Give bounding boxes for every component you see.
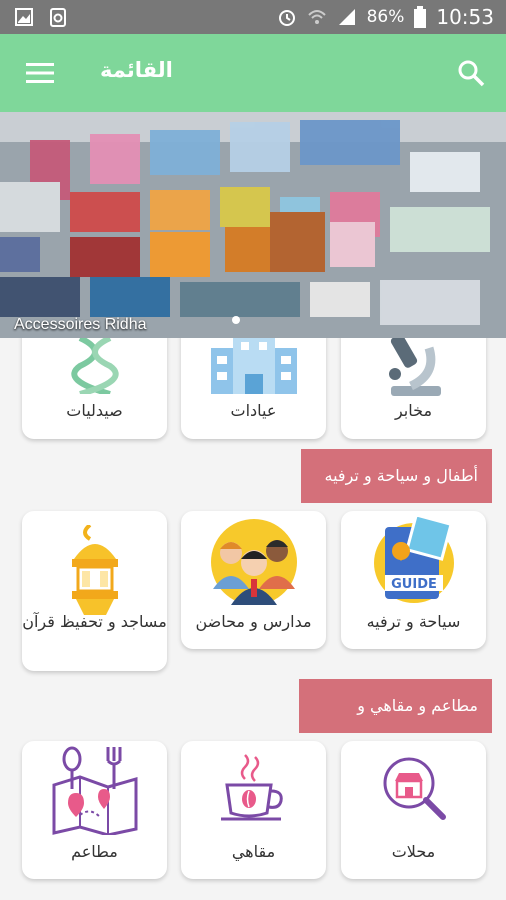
battery-percent: 86%: [366, 7, 405, 27]
image-icon: [15, 8, 33, 26]
clock: 10:53: [436, 5, 494, 29]
card-label: مساجد و تحفيظ قرآن: [22, 612, 167, 631]
dna-icon: [71, 338, 119, 394]
card-shops[interactable]: محلات: [341, 741, 486, 879]
card-schools[interactable]: مدارس و محاضن: [181, 511, 326, 649]
microscope-icon: [389, 334, 441, 396]
lantern-icon: [72, 525, 118, 615]
hamburger-icon[interactable]: [26, 62, 54, 84]
card-restaurants[interactable]: مطاعم: [22, 741, 167, 879]
guide-badge: GUIDE: [391, 577, 437, 592]
slider-indicator: [232, 316, 240, 324]
students-icon: [211, 519, 297, 605]
search-icon[interactable]: [456, 58, 486, 88]
alarm-icon: [278, 10, 295, 26]
section-header-food: مطاعم و مقاهي و محلات: [299, 679, 492, 769]
card-label: سياحة و ترفيه: [366, 612, 461, 631]
page-title: القائمة: [100, 58, 173, 82]
guide-book-icon: GUIDE: [374, 517, 454, 603]
card-label: مدارس و محاضن: [195, 612, 312, 631]
card-tourism[interactable]: GUIDE سياحة و ترفيه: [341, 511, 486, 649]
banner-slider[interactable]: Accessoires Ridha: [0, 112, 506, 338]
restaurant-map-icon: [52, 746, 138, 835]
card-label: محلات: [391, 842, 436, 861]
signal-icon: [338, 9, 355, 25]
store-photo: [0, 112, 506, 338]
shop-search-icon: [383, 757, 446, 820]
banner-caption: Accessoires Ridha: [14, 316, 147, 333]
card-label: مطاعم: [71, 842, 118, 861]
app-bar: القائمة: [0, 34, 506, 112]
coffee-cup-icon: [221, 754, 283, 821]
wifi-icon: [307, 10, 326, 24]
recycle-icon: [50, 8, 66, 27]
status-bar: 86% 10:53: [0, 0, 506, 34]
card-label: صيدليات: [66, 401, 123, 420]
card-label: مخابر: [394, 401, 433, 420]
card-label: مقاهي: [231, 842, 276, 861]
card-label: عيادات: [230, 401, 277, 420]
section-header-kids: أطفال و سياحة و ترفيه: [301, 449, 492, 503]
hospital-icon: [211, 334, 297, 394]
card-mosques[interactable]: مساجد و تحفيظ قرآن: [22, 511, 167, 671]
battery-icon: [414, 6, 427, 28]
card-cafes[interactable]: مقاهي: [181, 741, 326, 879]
